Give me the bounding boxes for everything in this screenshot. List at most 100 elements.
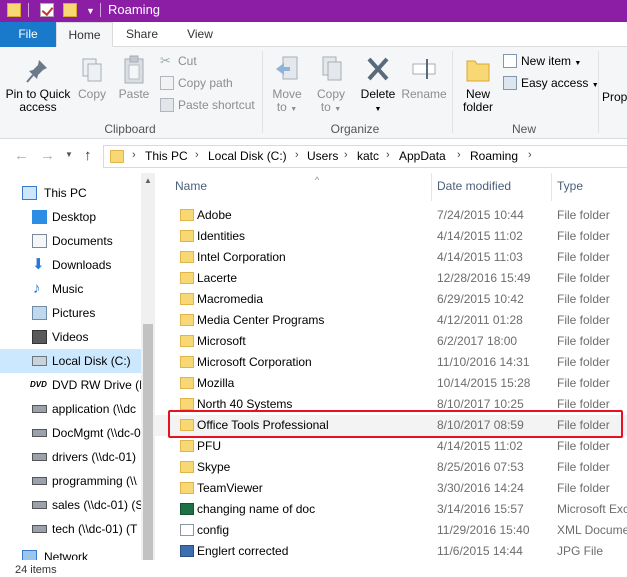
excel-file-icon: [180, 503, 194, 515]
file-row[interactable]: Microsoft Corporation 11/10/2016 14:31 Fil…: [155, 352, 627, 373]
pin-to-quick-access-button[interactable]: Pin to Quick access: [4, 57, 72, 114]
file-type: File folder: [557, 418, 610, 432]
properties-button[interactable]: Prop: [602, 91, 627, 104]
sidebar-item-tech[interactable]: tech (\\dc-01) (T: [0, 517, 141, 541]
sidebar-item-dvd-drive[interactable]: DVD DVD RW Drive (D: [0, 373, 141, 397]
tab-home[interactable]: Home: [56, 22, 113, 47]
file-row[interactable]: Intel Corporation 4/14/2015 11:03 File fol…: [155, 247, 627, 268]
recent-locations-chevron-icon[interactable]: ▼: [65, 150, 73, 159]
move-to-button[interactable]: Move to ▼: [266, 55, 308, 116]
sidebar-item-application[interactable]: application (\\dc: [0, 397, 141, 421]
title-bar: ▼ Roaming: [0, 0, 627, 22]
forward-arrow-icon[interactable]: →: [40, 147, 55, 164]
file-row[interactable]: Lacerte 12/28/2016 15:49 File folder: [155, 268, 627, 289]
pictures-icon: [32, 306, 47, 320]
file-row[interactable]: Identities 4/14/2015 11:02 File folder: [155, 226, 627, 247]
breadcrumb-local-disk[interactable]: Local Disk (C:): [208, 149, 287, 163]
file-row[interactable]: Englert corrected 11/6/2015 14:44 JPG File: [155, 541, 627, 560]
sidebar-item-documents[interactable]: Documents: [0, 229, 141, 253]
breadcrumb-separator-icon[interactable]: ›: [457, 149, 461, 161]
new-folder-button[interactable]: New folder: [456, 55, 500, 114]
file-row[interactable]: Media Center Programs 4/12/2011 01:28 File…: [155, 310, 627, 331]
scrollbar-thumb[interactable]: [143, 324, 153, 560]
file-row[interactable]: config 11/29/2016 15:40 XML Docume: [155, 520, 627, 541]
file-type: File folder: [557, 271, 610, 285]
breadcrumb-appdata[interactable]: AppData: [399, 149, 446, 163]
file-name: Lacerte: [197, 271, 238, 285]
folder-icon: [180, 314, 194, 326]
breadcrumb-separator-icon[interactable]: ›: [295, 149, 299, 161]
customize-toolbar-chevron-down-icon[interactable]: ▼: [86, 6, 95, 16]
sidebar-item-programming[interactable]: programming (\\: [0, 469, 141, 493]
file-type: File folder: [557, 250, 610, 264]
sidebar-item-desktop[interactable]: Desktop: [0, 205, 141, 229]
sidebar-item-sales[interactable]: sales (\\dc-01) (S: [0, 493, 141, 517]
file-row[interactable]: changing name of doc 3/14/2016 15:57 Micro…: [155, 499, 627, 520]
sidebar-item-local-disk[interactable]: Local Disk (C:): [0, 349, 141, 373]
sidebar-item-downloads[interactable]: ⬇ Downloads: [0, 253, 141, 277]
file-row[interactable]: PFU 4/14/2015 11:02 File folder: [155, 436, 627, 457]
file-type: Microsoft Exce: [557, 502, 627, 516]
breadcrumb-separator-icon[interactable]: ›: [386, 149, 390, 161]
file-row[interactable]: North 40 Systems 8/10/2017 10:25 File fold…: [155, 394, 627, 415]
file-row[interactable]: Mozilla 10/14/2015 15:28 File folder: [155, 373, 627, 394]
delete-button[interactable]: Delete ▼: [356, 55, 400, 116]
copy-path-button[interactable]: Copy path: [160, 75, 260, 93]
column-divider[interactable]: [551, 173, 552, 201]
nav-scrollbar[interactable]: ▲: [141, 173, 155, 560]
file-row[interactable]: Macromedia 6/29/2015 10:42 File folder: [155, 289, 627, 310]
breadcrumb-katc[interactable]: katc: [357, 149, 379, 163]
copy-to-button[interactable]: Copy to ▼: [310, 55, 352, 116]
sidebar-item-drivers[interactable]: drivers (\\dc-01): [0, 445, 141, 469]
scroll-up-icon[interactable]: ▲: [144, 176, 152, 185]
file-row[interactable]: Microsoft 6/2/2017 18:00 File folder: [155, 331, 627, 352]
file-type: XML Docume: [557, 523, 627, 537]
breadcrumb-roaming[interactable]: Roaming: [470, 149, 518, 163]
file-row[interactable]: Adobe 7/24/2015 10:44 File folder: [155, 205, 627, 226]
breadcrumb-separator-icon[interactable]: ›: [132, 149, 136, 161]
breadcrumb-this-pc[interactable]: This PC: [145, 149, 188, 163]
properties-check-icon[interactable]: [40, 3, 54, 17]
cut-button[interactable]: ✂ Cut: [160, 53, 260, 71]
column-divider[interactable]: [431, 173, 432, 201]
network-icon: [22, 550, 37, 560]
breadcrumb-users[interactable]: Users: [307, 149, 338, 163]
back-arrow-icon[interactable]: ←: [14, 147, 29, 164]
file-row[interactable]: Office Tools Professional 8/10/2017 08:59…: [155, 415, 627, 436]
paste-button[interactable]: Paste: [114, 55, 154, 101]
copy-button[interactable]: Copy: [72, 57, 112, 101]
sidebar-item-network[interactable]: Network: [0, 545, 141, 560]
tab-share[interactable]: Share: [113, 22, 171, 47]
folder-icon: [180, 398, 194, 410]
up-arrow-icon[interactable]: ↑: [84, 147, 92, 164]
file-row[interactable]: Skype 8/25/2016 07:53 File folder: [155, 457, 627, 478]
breadcrumb-separator-icon[interactable]: ›: [195, 149, 199, 161]
item-count: 24 items: [15, 564, 57, 576]
sidebar-item-videos[interactable]: Videos: [0, 325, 141, 349]
column-header-date[interactable]: Date modified: [437, 173, 549, 201]
file-row[interactable]: TeamViewer 3/30/2016 14:24 File folder: [155, 478, 627, 499]
sidebar-item-docmgmt[interactable]: DocMgmt (\\dc-0: [0, 421, 141, 445]
column-header-name[interactable]: ^ Name: [175, 173, 433, 201]
new-item-button[interactable]: New item ▼: [503, 53, 599, 71]
sidebar-item-label: Network: [44, 550, 89, 560]
paste-shortcut-button[interactable]: Paste shortcut: [160, 97, 260, 115]
rename-button[interactable]: Rename: [401, 55, 447, 101]
file-date-modified: 10/14/2015 15:28: [437, 376, 531, 390]
sidebar-item-pictures[interactable]: Pictures: [0, 301, 141, 325]
column-header-type[interactable]: Type: [557, 173, 627, 201]
breadcrumb-separator-icon[interactable]: ›: [528, 149, 532, 161]
breadcrumb-separator-icon[interactable]: ›: [344, 149, 348, 161]
tab-file[interactable]: File: [0, 22, 56, 47]
easy-access-button[interactable]: Easy access ▼: [503, 75, 599, 93]
file-type: File folder: [557, 313, 610, 327]
documents-icon: [32, 234, 47, 248]
sidebar-item-music[interactable]: ♪ Music: [0, 277, 141, 301]
move-to-icon: [276, 56, 298, 80]
new-folder-icon[interactable]: [63, 3, 77, 17]
tab-view[interactable]: View: [171, 22, 229, 47]
sidebar-item-label: Videos: [52, 330, 89, 344]
sidebar-item-this-pc[interactable]: This PC: [0, 181, 141, 205]
sidebar-item-label: This PC: [44, 186, 87, 200]
address-bar[interactable]: › This PC › Local Disk (C:) › Users › ka…: [103, 145, 627, 168]
